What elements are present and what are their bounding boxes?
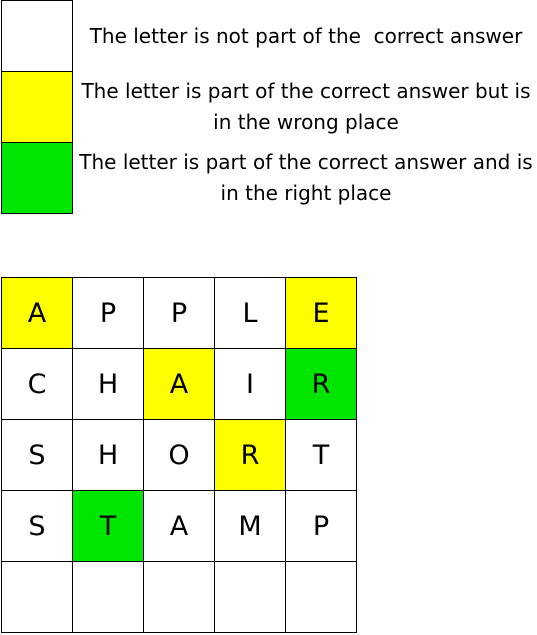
board-tile <box>215 562 285 632</box>
board-tile: O <box>144 420 214 490</box>
present-swatch <box>1 71 73 143</box>
legend-row-present: The letter is part of the correct answer… <box>1 71 537 143</box>
board-tile: P <box>73 278 143 348</box>
guess-board: A P P L E C H A I R S H O R T S T A M P <box>1 277 357 633</box>
board-tile: S <box>2 491 72 561</box>
board-tile <box>286 562 356 632</box>
board-tile <box>2 562 72 632</box>
board-tile: L <box>215 278 285 348</box>
board-tile: H <box>73 349 143 419</box>
board-tile: M <box>215 491 285 561</box>
board-tile: R <box>286 349 356 419</box>
legend-text-present: The letter is part of the correct answer… <box>81 79 537 134</box>
board-tile: A <box>144 491 214 561</box>
legend-row-correct: The letter is part of the correct answer… <box>1 142 537 214</box>
board-tile: P <box>286 491 356 561</box>
board-tile <box>73 562 143 632</box>
board-tile: T <box>286 420 356 490</box>
board-tile: A <box>144 349 214 419</box>
correct-swatch <box>1 142 73 214</box>
board-tile: T <box>73 491 143 561</box>
board-tile: S <box>2 420 72 490</box>
absent-swatch <box>1 0 73 72</box>
board-tile: H <box>73 420 143 490</box>
board-tile: E <box>286 278 356 348</box>
board-tile: P <box>144 278 214 348</box>
board-tile: R <box>215 420 285 490</box>
board-tile <box>144 562 214 632</box>
board-tile: I <box>215 349 285 419</box>
legend-text-correct: The letter is part of the correct answer… <box>79 150 533 205</box>
legend-text-absent: The letter is not part of the correct an… <box>89 23 523 48</box>
board-tile: A <box>2 278 72 348</box>
legend-row-absent: The letter is not part of the correct an… <box>1 0 537 72</box>
board-tile: C <box>2 349 72 419</box>
